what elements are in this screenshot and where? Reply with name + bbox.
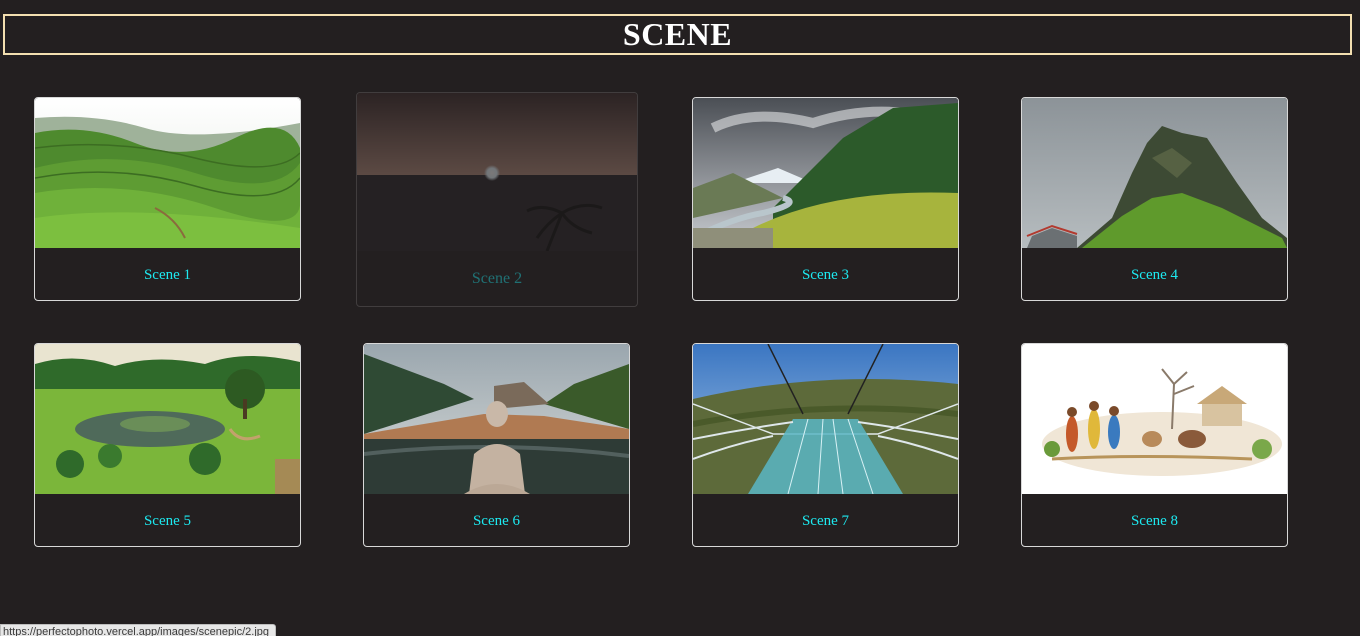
scene-caption[interactable]: Scene 2	[357, 270, 637, 288]
scene-card-2[interactable]: Scene 2	[356, 92, 638, 307]
scene-image-garden-lake[interactable]	[35, 344, 300, 494]
scene-card-6[interactable]: Scene 6	[363, 343, 630, 547]
scene-card-7[interactable]: Scene 7	[692, 343, 959, 547]
page-header: SCENE	[3, 14, 1352, 55]
scene-image-misty-peak[interactable]	[1022, 98, 1287, 248]
scene-card-5[interactable]: Scene 5	[34, 343, 301, 547]
scene-card-3[interactable]: Scene 3	[692, 97, 959, 301]
scene-caption[interactable]: Scene 4	[1022, 267, 1287, 284]
scene-caption[interactable]: Scene 5	[35, 513, 300, 530]
link-status-bar: https://perfectophoto.vercel.app/images/…	[0, 624, 276, 636]
scene-image-tea-plantation[interactable]	[35, 98, 300, 248]
scene-caption[interactable]: Scene 8	[1022, 513, 1287, 530]
scene-card-8[interactable]: Scene 8	[1021, 343, 1288, 547]
scene-caption[interactable]: Scene 6	[364, 513, 629, 530]
scene-caption[interactable]: Scene 1	[35, 267, 300, 284]
scene-image-village-painting[interactable]	[1022, 344, 1287, 494]
scene-image-mountain-valley[interactable]	[693, 98, 958, 248]
scene-image-glass-skywalk[interactable]	[693, 344, 958, 494]
page-title: SCENE	[622, 16, 733, 52]
scene-image-sunset-sea[interactable]	[357, 93, 637, 251]
scene-card-1[interactable]: Scene 1	[34, 97, 301, 301]
scene-caption[interactable]: Scene 7	[693, 513, 958, 530]
scene-card-4[interactable]: Scene 4	[1021, 97, 1288, 301]
scene-caption[interactable]: Scene 3	[693, 267, 958, 284]
scene-image-buddha-lake[interactable]	[364, 344, 629, 494]
page: SCENE Scene 1 Scene 2 Scene 3 Scene 4 Sc…	[0, 0, 1360, 636]
